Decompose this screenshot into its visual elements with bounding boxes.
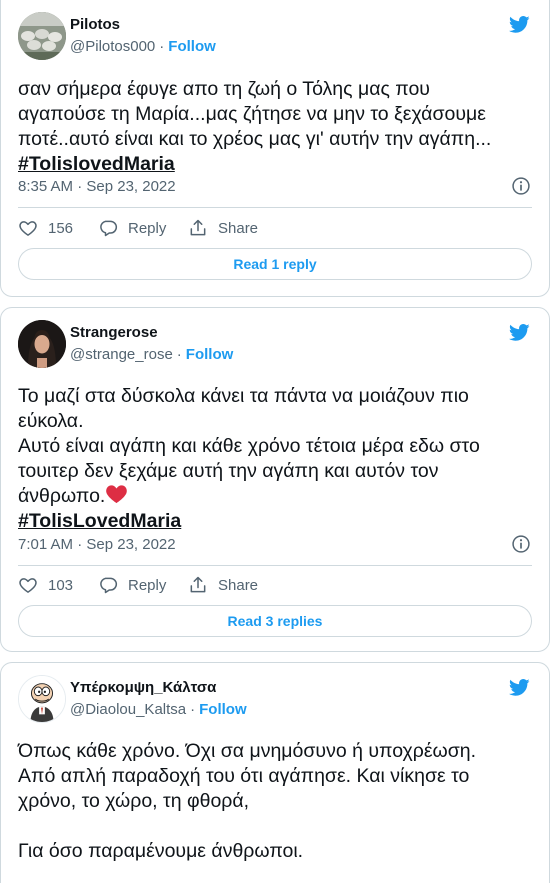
hashtag-link[interactable]: #TolislovedMaria [18,152,533,177]
handle-line: @Diaolou_Kaltsa · Follow [70,701,247,718]
user-handle[interactable]: @Pilotos000 [70,38,155,55]
share-label: Share [218,219,259,237]
read-replies-button[interactable]: Read 3 replies [18,605,532,637]
like-button[interactable]: 103 [18,575,98,595]
tweet-line: άνθρωπο. [18,485,106,507]
avatar[interactable] [18,320,66,368]
tweet-line: σαν σήμερα έφυγε απο τη ζωή ο Τόλης μας … [18,78,430,100]
separator-dot: · [176,346,182,363]
tweet-line: αγαπούσε τη Μαρία...μας ζήτησε να μην το… [18,103,486,125]
user-handle[interactable]: @Diaolou_Kaltsa [70,701,186,718]
display-name[interactable]: Pilotos [70,16,120,33]
reply-label: Reply [128,219,167,237]
tweet-line: ποτέ..αυτό είναι και το χρέος μας γι' αυ… [18,128,492,150]
tweet-text: Το μαζί στα δύσκολα κάνει τα πάντα να μο… [18,384,533,534]
tweet-line: Για όσο παραμένουμε άνθρωποι. [18,840,304,862]
like-button[interactable]: 156 [18,218,98,238]
like-count: 103 [48,576,74,594]
reply-button[interactable]: Reply [98,218,188,238]
twitter-bird-icon[interactable] [507,14,532,35]
tweet-line: τουιτερ δεν ξεχάμε αυτή την αγάπη και αυ… [18,460,439,482]
tweet-line: Αυτό είναι αγάπη και κάθε χρόνο τέτοια μ… [18,435,480,457]
divider [18,565,532,566]
follow-button[interactable]: Follow [186,346,234,363]
twitter-bird-icon[interactable] [507,322,532,343]
reply-bubble-icon [100,577,118,594]
share-button[interactable]: Share [188,575,258,595]
user-handle[interactable]: @strange_rose [70,346,173,363]
info-icon[interactable] [511,176,531,196]
like-count: 156 [48,219,74,237]
timestamp[interactable]: 8:35 AM · Sep 23, 2022 [18,178,176,195]
avatar-sheep-flock-image [18,12,66,60]
tweet-line: χρόνο, το χώρο, τη φθορά, [18,790,250,812]
tweet-card: Υπέρκομψη_Κάλτσα @Diaolou_Kaltsa · Follow … [0,662,550,883]
share-button[interactable]: Share [188,218,258,238]
separator-dot: · [190,701,196,718]
avatar[interactable] [18,675,66,723]
read-replies-button[interactable]: Read 1 reply [18,248,532,280]
display-name[interactable]: Υπέρκομψη_Κάλτσα [70,679,216,696]
twitter-bird-icon[interactable] [507,677,532,698]
tweet-line: Το μαζί στα δύσκολα κάνει τα πάντα να μο… [18,385,469,407]
share-label: Share [218,576,259,594]
divider [18,207,532,208]
tweet-line: Όπως κάθε χρόνο. Όχι σα μνημόσυνο ή υποχ… [18,740,477,762]
heart-icon [19,578,37,593]
follow-button[interactable]: Follow [168,38,216,55]
handle-line: @Pilotos000 · Follow [70,38,216,55]
timestamp[interactable]: 7:01 AM · Sep 23, 2022 [18,536,176,553]
tweet-line: εύκολα. [18,410,84,432]
action-bar: 103 Reply Share [18,575,258,595]
avatar-portrait-image [18,320,66,368]
tweet-text: σαν σήμερα έφυγε απο τη ζωή ο Τόλης μας … [18,77,533,177]
avatar-cartoon-image [19,676,65,722]
reply-label: Reply [128,576,167,594]
reply-button[interactable]: Reply [98,575,188,595]
display-name[interactable]: Strangerose [70,324,158,341]
tweet-card: Strangerose @strange_rose · Follow Το μαζί… [0,307,550,652]
tweet-line: Από απλή παραδοχή του ότι αγάπησε. Και ν… [18,765,470,787]
handle-line: @strange_rose · Follow [70,346,233,363]
red-heart-emoji-icon [106,485,128,504]
action-bar: 156 Reply Share [18,218,258,238]
reply-bubble-icon [100,220,118,237]
separator-dot: · [159,38,165,55]
avatar[interactable] [18,12,66,60]
tweet-card: Pilotos @Pilotos000 · Follow σαν σήμερα έφ… [0,0,550,297]
hashtag-link[interactable]: #TolisLovedMaria [18,509,533,534]
tweet-text: Όπως κάθε χρόνο. Όχι σα μνημόσυνο ή υποχ… [18,739,533,864]
heart-icon [19,221,37,236]
share-upload-icon [190,576,206,593]
info-icon[interactable] [511,534,531,554]
share-upload-icon [190,219,206,236]
follow-button[interactable]: Follow [199,701,247,718]
